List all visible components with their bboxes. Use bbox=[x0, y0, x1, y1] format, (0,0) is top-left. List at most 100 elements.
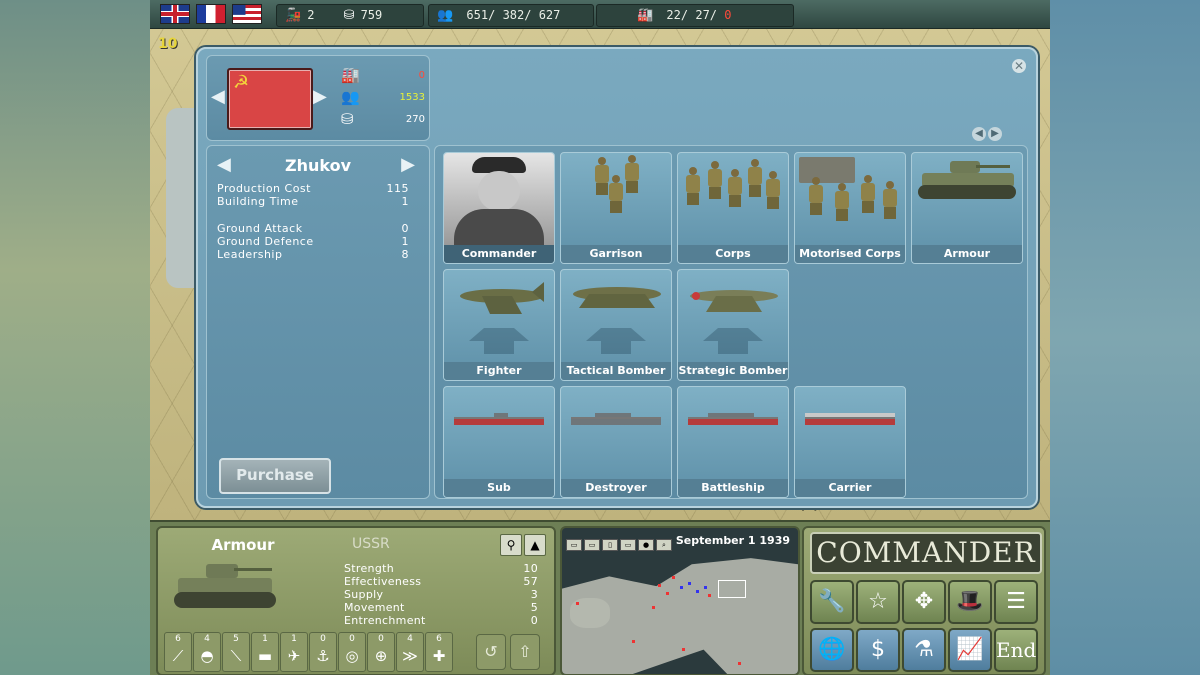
counter-plane[interactable]: 1 ✈ bbox=[280, 632, 308, 672]
uk-flag[interactable] bbox=[160, 4, 190, 24]
usa-flag[interactable] bbox=[232, 4, 262, 24]
unit-tile-label: Garrison bbox=[561, 245, 671, 263]
research-button[interactable]: ⚗ bbox=[902, 628, 946, 672]
prev-nation-arrow-icon[interactable]: ◀ bbox=[211, 86, 225, 107]
counter-crosshair[interactable]: 0 ⊕ bbox=[367, 632, 395, 672]
stat-effectiveness: Effectiveness 57 bbox=[344, 575, 544, 588]
unit-tile-label: Commander bbox=[444, 245, 554, 263]
next-unit-arrow-icon[interactable]: ▶ bbox=[401, 154, 415, 175]
tactical-bomber-shape bbox=[573, 287, 661, 308]
info-value: 115 bbox=[386, 182, 409, 195]
counter-rank[interactable]: 4 ≫ bbox=[396, 632, 424, 672]
manpower-value-2: 382/ bbox=[502, 8, 532, 22]
page-next-icon[interactable]: ▶ bbox=[988, 127, 1002, 141]
rail-transport-button[interactable]: ⇧ bbox=[510, 634, 540, 670]
antiair-gun-icon: ⟍ bbox=[230, 647, 242, 665]
unit-tile-garrison[interactable]: Garrison bbox=[560, 152, 672, 264]
coins-icon: ⛁ bbox=[343, 8, 355, 23]
counter-medical[interactable]: 6 ✚ bbox=[425, 632, 453, 672]
unit-tile-carrier[interactable]: Carrier bbox=[794, 386, 906, 498]
purchase-panel: ✕ ◀ ☭ ▶ 🏭 0 👥 1533 ⛁ 270 ◀ Zhukov ▶ Product… bbox=[196, 47, 1038, 508]
infantry-mode-icon[interactable]: ⚲ bbox=[500, 534, 522, 556]
next-nation-arrow-icon[interactable]: ▶ bbox=[313, 86, 327, 107]
nation-box: ◀ ☭ ▶ 🏭 0 👥 1533 ⛁ 270 bbox=[206, 55, 430, 141]
filter-supply-icon[interactable]: ▭ bbox=[620, 539, 636, 551]
stat-movement: Movement 5 bbox=[344, 601, 544, 614]
stat-value: 10 bbox=[523, 562, 538, 575]
info-value: 1 bbox=[401, 235, 409, 248]
selected-unit-panel: Armour USSR ⚲ ▲ Strength 10 Effectiveness 5… bbox=[156, 526, 556, 675]
unit-dot bbox=[652, 606, 655, 609]
star-icon: ☆ bbox=[868, 589, 888, 614]
close-icon[interactable]: ✕ bbox=[1012, 59, 1026, 73]
minimap[interactable]: ▭ ▭ ▯ ▭ ● ⌕ September 1 1939 bbox=[560, 526, 800, 675]
unit-tile-motorised-corps[interactable]: Motorised Corps bbox=[794, 152, 906, 264]
info-label: Production Cost bbox=[217, 182, 311, 195]
unit-tile-destroyer[interactable]: Destroyer bbox=[560, 386, 672, 498]
production-value-2: 27/ bbox=[695, 8, 718, 22]
left-backdrop bbox=[0, 0, 150, 675]
unit-tile-commander[interactable]: Commander bbox=[443, 152, 555, 264]
filter-air-icon[interactable]: ▯ bbox=[602, 539, 618, 551]
counter-value: 0 bbox=[320, 634, 326, 644]
prev-unit-arrow-icon[interactable]: ◀ bbox=[217, 154, 231, 175]
counter-tank[interactable]: 1 ▬ bbox=[251, 632, 279, 672]
command-panel: COMMANDER 🔧 ☆ ✥ 🎩 ☰ 🌐 $ ⚗ 📈 End bbox=[802, 526, 1046, 675]
undo-button[interactable]: ↺ bbox=[476, 634, 506, 670]
unit-tile-strategic-bomber[interactable]: Strategic Bomber bbox=[677, 269, 789, 381]
minimap-viewport[interactable] bbox=[718, 580, 746, 598]
stat-label: Effectiveness bbox=[344, 575, 422, 588]
diplomacy-button[interactable]: 🎩 bbox=[948, 580, 992, 624]
counter-antiair[interactable]: 5 ⟍ bbox=[222, 632, 250, 672]
filter-sea-icon[interactable]: ▭ bbox=[584, 539, 600, 551]
repair-button[interactable]: 🔧 bbox=[810, 580, 854, 624]
unit-tile-label: Corps bbox=[678, 245, 788, 263]
statistics-button[interactable]: 📈 bbox=[948, 628, 992, 672]
end-turn-button[interactable]: End bbox=[994, 628, 1038, 672]
globe-icon: 🌐 bbox=[818, 637, 846, 662]
purchase-button[interactable]: Purchase bbox=[219, 458, 331, 494]
selected-unit-nation: USSR bbox=[352, 536, 390, 552]
counter-value: 1 bbox=[291, 634, 297, 644]
move-button[interactable]: ✥ bbox=[902, 580, 946, 624]
world-button[interactable]: 🌐 bbox=[810, 628, 854, 672]
list-icon: ☰ bbox=[1006, 589, 1026, 614]
counter-artillery[interactable]: 6 ⟋ bbox=[164, 632, 192, 672]
unit-dot bbox=[682, 648, 685, 651]
rank-chevron-icon: ≫ bbox=[402, 647, 418, 665]
counter-helmet[interactable]: 4 ◓ bbox=[193, 632, 221, 672]
france-flag[interactable] bbox=[196, 4, 226, 24]
counter-value: 6 bbox=[436, 634, 442, 644]
chart-icon: 📈 bbox=[956, 637, 984, 662]
coins-icon: ⛁ bbox=[341, 110, 354, 128]
game-date: September 1 1939 bbox=[675, 534, 790, 547]
destroyer-shape bbox=[571, 413, 661, 425]
top-hat-icon: 🎩 bbox=[956, 589, 984, 614]
filter-zoom-icon[interactable]: ⌕ bbox=[656, 539, 672, 551]
unit-tile-fighter[interactable]: Fighter bbox=[443, 269, 555, 381]
unit-dot bbox=[576, 602, 579, 605]
unit-tile-label: Tactical Bomber bbox=[561, 362, 671, 380]
unit-tile-corps[interactable]: Corps bbox=[677, 152, 789, 264]
info-label: Ground Defence bbox=[217, 235, 314, 248]
unit-tile-sub[interactable]: Sub bbox=[443, 386, 555, 498]
filter-unit-icon[interactable]: ● bbox=[638, 539, 654, 551]
info-value: 8 bbox=[401, 248, 409, 261]
counter-anchor[interactable]: 0 ⚓ bbox=[309, 632, 337, 672]
terrain-mode-icon[interactable]: ▲ bbox=[524, 534, 546, 556]
nation-stats: 🏭 0 👥 1533 ⛁ 270 bbox=[341, 66, 425, 132]
reports-button[interactable]: ☰ bbox=[994, 580, 1038, 624]
counter-radar[interactable]: 0 ◎ bbox=[338, 632, 366, 672]
dollar-icon: $ bbox=[871, 637, 885, 662]
unit-dot bbox=[632, 640, 635, 643]
promote-button[interactable]: ☆ bbox=[856, 580, 900, 624]
purchase-mode-button[interactable]: $ bbox=[856, 628, 900, 672]
unit-tile-tactical-bomber[interactable]: Tactical Bomber bbox=[560, 269, 672, 381]
unit-tile-battleship[interactable]: Battleship bbox=[677, 386, 789, 498]
counter-value: 0 bbox=[349, 634, 355, 644]
filter-land-icon[interactable]: ▭ bbox=[566, 539, 582, 551]
unit-tile-armour[interactable]: Armour bbox=[911, 152, 1023, 264]
page-prev-icon[interactable]: ◀ bbox=[972, 127, 986, 141]
panel-side-tab bbox=[166, 108, 198, 288]
artillery-icon: ⟋ bbox=[172, 647, 184, 665]
